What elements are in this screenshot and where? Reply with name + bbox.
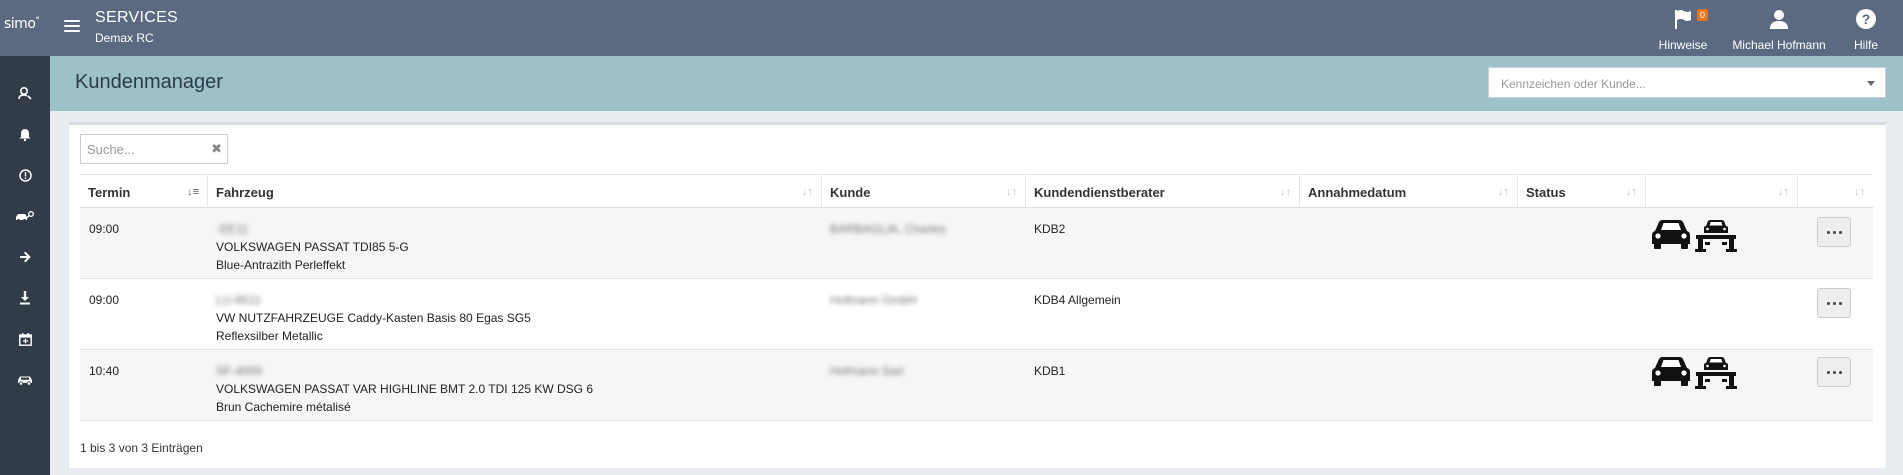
hints-count-badge: 0 bbox=[1697, 9, 1709, 21]
col-header-kundendienstberater[interactable]: Kundendienstberater ↓↑ bbox=[1026, 175, 1300, 209]
arrow-right-icon bbox=[20, 251, 31, 263]
user-icon bbox=[1728, 6, 1830, 30]
col-header-annahmedatum[interactable]: Annahmedatum ↓↑ bbox=[1300, 175, 1518, 209]
sidebar-item-customers[interactable] bbox=[0, 78, 50, 108]
cell-berater: KDB1 bbox=[1034, 364, 1066, 378]
cell-kunde: Hofmann Sarl bbox=[830, 364, 904, 378]
sidebar-item-vehicle-handover[interactable] bbox=[0, 201, 50, 231]
row-actions-button[interactable] bbox=[1817, 288, 1851, 318]
ellipsis-dot bbox=[1826, 301, 1830, 305]
car-key-icon bbox=[16, 210, 34, 222]
cell-kunde: Hofmann GmbH bbox=[830, 293, 917, 307]
cell-termin: 09:00 bbox=[89, 222, 120, 236]
app-subtitle: Demax RC bbox=[95, 31, 154, 45]
cell-fahrzeug: LU-8511 VW NUTZFAHRZEUGE Caddy-Kasten Ba… bbox=[216, 291, 531, 345]
cell-termin: 10:40 bbox=[89, 364, 120, 378]
vehicle-color: Brun Cachemire métalisé bbox=[216, 400, 351, 414]
table-search: ✖ bbox=[80, 134, 228, 164]
table-row[interactable]: 09:00 LU-8511 VW NUTZFAHRZEUGE Caddy-Kas… bbox=[80, 279, 1873, 350]
hints-button[interactable]: 0 Hinweise bbox=[1653, 6, 1713, 52]
sort-icon: ↓↑ bbox=[1280, 186, 1291, 198]
vehicle-model: VOLKSWAGEN PASSAT VAR HIGHLINE BMT 2.0 T… bbox=[216, 382, 593, 396]
cell-fahrzeug: SF-4000 VOLKSWAGEN PASSAT VAR HIGHLINE B… bbox=[216, 362, 593, 416]
sidebar bbox=[0, 56, 50, 475]
car-lift-icon bbox=[1695, 357, 1737, 389]
cell-kunde: BARBAGLIA, Charles bbox=[830, 222, 947, 236]
page-title: Kundenmanager bbox=[75, 71, 223, 93]
sidebar-item-notifications[interactable] bbox=[0, 119, 50, 149]
sort-icon: ↓↑ bbox=[1006, 186, 1017, 198]
sort-icon: ↓↑ bbox=[1498, 186, 1509, 198]
ellipsis-dot bbox=[1832, 370, 1836, 374]
download-icon bbox=[20, 291, 30, 305]
ellipsis-dot bbox=[1838, 370, 1842, 374]
license-plate: -EE11 bbox=[216, 222, 249, 236]
car-icon bbox=[1652, 220, 1690, 249]
app-logo[interactable]: simo° bbox=[4, 16, 48, 38]
table-row[interactable]: 09:00 -EE11 VOLKSWAGEN PASSAT TDI85 5-G … bbox=[80, 208, 1873, 279]
sort-icon: ↓↑ bbox=[1854, 186, 1865, 198]
ellipsis-dot bbox=[1838, 301, 1842, 305]
sidebar-item-vehicles[interactable] bbox=[0, 365, 50, 395]
search-input[interactable] bbox=[81, 135, 201, 163]
col-header-actions[interactable]: ↓↑ bbox=[1798, 175, 1873, 209]
cell-termin: 09:00 bbox=[89, 293, 120, 307]
vehicle-model: VW NUTZFAHRZEUGE Caddy-Kasten Basis 80 E… bbox=[216, 311, 531, 325]
sidebar-item-alerts[interactable] bbox=[0, 160, 50, 190]
sidebar-item-forward[interactable] bbox=[0, 242, 50, 272]
logo-text: simo bbox=[4, 16, 36, 32]
svg-text:?: ? bbox=[1862, 11, 1871, 27]
user-search-icon bbox=[18, 86, 32, 100]
row-actions-button[interactable] bbox=[1817, 217, 1851, 247]
col-header-fahrzeug[interactable]: Fahrzeug ↓↑ bbox=[208, 175, 822, 209]
table-info: 1 bis 3 von 3 Einträgen bbox=[80, 441, 203, 455]
menu-toggle-button[interactable] bbox=[64, 20, 80, 34]
app-title: SERVICES bbox=[95, 9, 179, 26]
col-header-status[interactable]: Status ↓↑ bbox=[1518, 175, 1646, 209]
col-header-kunde[interactable]: Kunde ↓↑ bbox=[822, 175, 1026, 209]
help-label: Hilfe bbox=[1853, 38, 1878, 52]
ellipsis-dot bbox=[1838, 230, 1842, 234]
ellipsis-dot bbox=[1826, 370, 1830, 374]
ellipsis-dot bbox=[1826, 230, 1830, 234]
car-lift-icon bbox=[1695, 220, 1737, 252]
table-row[interactable]: 10:40 SF-4000 VOLKSWAGEN PASSAT VAR HIGH… bbox=[80, 350, 1873, 421]
sidebar-item-calendar[interactable] bbox=[0, 324, 50, 354]
car-icon bbox=[1652, 357, 1690, 386]
vehicle-color: Blue-Antrazith Perleffekt bbox=[216, 258, 346, 272]
license-plate: SF-4000 bbox=[216, 364, 263, 378]
car-icon bbox=[18, 376, 32, 386]
sort-icon: ↓↑ bbox=[1626, 186, 1637, 198]
plate-or-customer-select[interactable]: Kennzeichen oder Kunde... bbox=[1488, 67, 1886, 98]
hints-label: Hinweise bbox=[1658, 38, 1708, 52]
calendar-icon bbox=[18, 332, 32, 346]
help-button[interactable]: ? Hilfe bbox=[1848, 6, 1884, 52]
cell-berater: KDB4 Allgemein bbox=[1034, 293, 1121, 307]
sort-icon: ↓↑ bbox=[1778, 186, 1789, 198]
alert-circle-icon bbox=[18, 168, 32, 182]
bell-icon bbox=[19, 128, 31, 141]
col-header-termin[interactable]: Termin ↓≡ bbox=[80, 175, 208, 209]
sidebar-item-download[interactable] bbox=[0, 283, 50, 313]
sort-icon: ↓↑ bbox=[802, 186, 813, 198]
select-placeholder: Kennzeichen oder Kunde... bbox=[1501, 77, 1646, 91]
help-icon: ? bbox=[1848, 6, 1884, 30]
clear-search-icon[interactable]: ✖ bbox=[211, 141, 222, 157]
vehicle-color: Reflexsilber Metallic bbox=[216, 329, 323, 343]
table-header-row: Termin ↓≡ Fahrzeug ↓↑ Kunde ↓↑ Kundendie… bbox=[80, 174, 1873, 209]
sort-asc-icon: ↓≡ bbox=[187, 186, 199, 198]
top-bar: simo° SERVICES Demax RC 0 Hinweise Micha… bbox=[0, 0, 1903, 56]
cell-berater: KDB2 bbox=[1034, 222, 1066, 236]
cell-fahrzeug: -EE11 VOLKSWAGEN PASSAT TDI85 5-G Blue-A… bbox=[216, 220, 409, 274]
ellipsis-dot bbox=[1832, 230, 1836, 234]
chevron-down-icon bbox=[1867, 81, 1875, 86]
vehicle-model: VOLKSWAGEN PASSAT TDI85 5-G bbox=[216, 240, 409, 254]
user-name: Michael Hofmann bbox=[1732, 38, 1826, 52]
ellipsis-dot bbox=[1832, 301, 1836, 305]
col-header-icons[interactable]: ↓↑ bbox=[1646, 175, 1798, 209]
license-plate: LU-8511 bbox=[216, 293, 262, 307]
user-menu-button[interactable]: Michael Hofmann bbox=[1728, 6, 1830, 52]
row-actions-button[interactable] bbox=[1817, 357, 1851, 387]
